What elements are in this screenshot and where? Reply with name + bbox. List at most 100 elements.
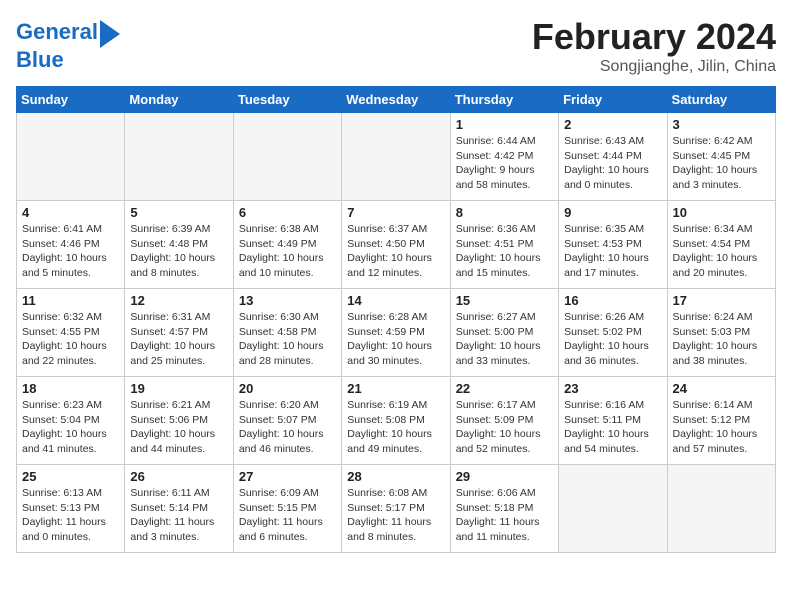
day-info: Sunrise: 6:44 AM Sunset: 4:42 PM Dayligh… (456, 134, 553, 193)
day-number: 23 (564, 381, 661, 396)
day-number: 5 (130, 205, 227, 220)
day-number: 26 (130, 469, 227, 484)
day-info: Sunrise: 6:11 AM Sunset: 5:14 PM Dayligh… (130, 486, 227, 545)
calendar-day-cell: 4 Sunrise: 6:41 AM Sunset: 4:46 PM Daylig… (17, 201, 125, 289)
calendar-day-cell: 17 Sunrise: 6:24 AM Sunset: 5:03 PM Dayli… (667, 289, 775, 377)
day-info: Sunrise: 6:24 AM Sunset: 5:03 PM Dayligh… (673, 310, 770, 369)
calendar-day-cell: 12 Sunrise: 6:31 AM Sunset: 4:57 PM Dayli… (125, 289, 233, 377)
logo-subtext: Blue (16, 48, 64, 72)
subtitle: Songjianghe, Jilin, China (532, 58, 776, 76)
calendar-day-cell: 14Sunrise: 6:28 AM Sunset: 4:59 PM Dayli… (342, 289, 450, 377)
weekday-header: Wednesday (342, 87, 450, 113)
day-info: Sunrise: 6:14 AM Sunset: 5:12 PM Dayligh… (673, 398, 770, 457)
title-block: February 2024 Songjianghe, Jilin, China (532, 16, 776, 76)
calendar-day-cell: 29 Sunrise: 6:06 AM Sunset: 5:18 PM Dayli… (450, 465, 558, 553)
day-info: Sunrise: 6:38 AM Sunset: 4:49 PM Dayligh… (239, 222, 336, 281)
day-number: 12 (130, 293, 227, 308)
calendar-day-cell (125, 113, 233, 201)
calendar-day-cell: 25 Sunrise: 6:13 AM Sunset: 5:13 PM Dayli… (17, 465, 125, 553)
day-info: Sunrise: 6:06 AM Sunset: 5:18 PM Dayligh… (456, 486, 553, 545)
calendar-day-cell: 18Sunrise: 6:23 AM Sunset: 5:04 PM Dayli… (17, 377, 125, 465)
day-info: Sunrise: 6:31 AM Sunset: 4:57 PM Dayligh… (130, 310, 227, 369)
day-info: Sunrise: 6:43 AM Sunset: 4:44 PM Dayligh… (564, 134, 661, 193)
day-info: Sunrise: 6:34 AM Sunset: 4:54 PM Dayligh… (673, 222, 770, 281)
calendar-day-cell: 11 Sunrise: 6:32 AM Sunset: 4:55 PM Dayli… (17, 289, 125, 377)
day-info: Sunrise: 6:28 AM Sunset: 4:59 PM Dayligh… (347, 310, 444, 369)
calendar-header: SundayMondayTuesdayWednesdayThursdayFrid… (17, 87, 776, 113)
day-info: Sunrise: 6:09 AM Sunset: 5:15 PM Dayligh… (239, 486, 336, 545)
calendar-day-cell (667, 465, 775, 553)
calendar-day-cell: 6 Sunrise: 6:38 AM Sunset: 4:49 PM Daylig… (233, 201, 341, 289)
calendar-week-row: 1 Sunrise: 6:44 AM Sunset: 4:42 PM Daylig… (17, 113, 776, 201)
day-number: 19 (130, 381, 227, 396)
day-info: Sunrise: 6:17 AM Sunset: 5:09 PM Dayligh… (456, 398, 553, 457)
day-info: Sunrise: 6:35 AM Sunset: 4:53 PM Dayligh… (564, 222, 661, 281)
day-number: 29 (456, 469, 553, 484)
day-number: 20 (239, 381, 336, 396)
day-info: Sunrise: 6:27 AM Sunset: 5:00 PM Dayligh… (456, 310, 553, 369)
logo-text: General (16, 20, 98, 44)
day-number: 22 (456, 381, 553, 396)
day-number: 25 (22, 469, 119, 484)
day-info: Sunrise: 6:16 AM Sunset: 5:11 PM Dayligh… (564, 398, 661, 457)
day-info: Sunrise: 6:30 AM Sunset: 4:58 PM Dayligh… (239, 310, 336, 369)
calendar-day-cell: 24Sunrise: 6:14 AM Sunset: 5:12 PM Dayli… (667, 377, 775, 465)
calendar-day-cell (342, 113, 450, 201)
weekday-header: Friday (559, 87, 667, 113)
day-number: 11 (22, 293, 119, 308)
day-number: 6 (239, 205, 336, 220)
calendar-day-cell: 13 Sunrise: 6:30 AM Sunset: 4:58 PM Dayli… (233, 289, 341, 377)
day-info: Sunrise: 6:23 AM Sunset: 5:04 PM Dayligh… (22, 398, 119, 457)
day-number: 3 (673, 117, 770, 132)
month-title: February 2024 (532, 16, 776, 58)
day-number: 15 (456, 293, 553, 308)
weekday-header: Sunday (17, 87, 125, 113)
day-info: Sunrise: 6:19 AM Sunset: 5:08 PM Dayligh… (347, 398, 444, 457)
calendar-day-cell: 26 Sunrise: 6:11 AM Sunset: 5:14 PM Dayli… (125, 465, 233, 553)
day-number: 9 (564, 205, 661, 220)
day-info: Sunrise: 6:36 AM Sunset: 4:51 PM Dayligh… (456, 222, 553, 281)
calendar-day-cell: 21 Sunrise: 6:19 AM Sunset: 5:08 PM Dayli… (342, 377, 450, 465)
day-number: 7 (347, 205, 444, 220)
day-info: Sunrise: 6:42 AM Sunset: 4:45 PM Dayligh… (673, 134, 770, 193)
day-number: 4 (22, 205, 119, 220)
calendar-day-cell: 19 Sunrise: 6:21 AM Sunset: 5:06 PM Dayli… (125, 377, 233, 465)
calendar-day-cell: 16 Sunrise: 6:26 AM Sunset: 5:02 PM Dayli… (559, 289, 667, 377)
day-info: Sunrise: 6:37 AM Sunset: 4:50 PM Dayligh… (347, 222, 444, 281)
calendar-week-row: 11 Sunrise: 6:32 AM Sunset: 4:55 PM Dayli… (17, 289, 776, 377)
weekday-header: Monday (125, 87, 233, 113)
calendar-table: SundayMondayTuesdayWednesdayThursdayFrid… (16, 86, 776, 553)
day-info: Sunrise: 6:08 AM Sunset: 5:17 PM Dayligh… (347, 486, 444, 545)
day-number: 17 (673, 293, 770, 308)
calendar-day-cell (17, 113, 125, 201)
day-number: 13 (239, 293, 336, 308)
calendar-day-cell: 2Sunrise: 6:43 AM Sunset: 4:44 PM Daylig… (559, 113, 667, 201)
page-header: General Blue February 2024 Songjianghe, … (16, 16, 776, 76)
calendar-week-row: 25 Sunrise: 6:13 AM Sunset: 5:13 PM Dayli… (17, 465, 776, 553)
day-number: 27 (239, 469, 336, 484)
calendar-day-cell: 20Sunrise: 6:20 AM Sunset: 5:07 PM Dayli… (233, 377, 341, 465)
day-info: Sunrise: 6:26 AM Sunset: 5:02 PM Dayligh… (564, 310, 661, 369)
day-info: Sunrise: 6:13 AM Sunset: 5:13 PM Dayligh… (22, 486, 119, 545)
day-info: Sunrise: 6:41 AM Sunset: 4:46 PM Dayligh… (22, 222, 119, 281)
calendar-day-cell: 28 Sunrise: 6:08 AM Sunset: 5:17 PM Dayli… (342, 465, 450, 553)
calendar-day-cell: 8 Sunrise: 6:36 AM Sunset: 4:51 PM Daylig… (450, 201, 558, 289)
calendar-day-cell: 1 Sunrise: 6:44 AM Sunset: 4:42 PM Daylig… (450, 113, 558, 201)
logo: General Blue (16, 16, 120, 72)
day-number: 28 (347, 469, 444, 484)
weekday-header: Thursday (450, 87, 558, 113)
calendar-day-cell: 7 Sunrise: 6:37 AM Sunset: 4:50 PM Daylig… (342, 201, 450, 289)
day-number: 21 (347, 381, 444, 396)
calendar-day-cell: 9 Sunrise: 6:35 AM Sunset: 4:53 PM Daylig… (559, 201, 667, 289)
day-info: Sunrise: 6:32 AM Sunset: 4:55 PM Dayligh… (22, 310, 119, 369)
day-number: 16 (564, 293, 661, 308)
calendar-day-cell (233, 113, 341, 201)
day-number: 10 (673, 205, 770, 220)
day-info: Sunrise: 6:39 AM Sunset: 4:48 PM Dayligh… (130, 222, 227, 281)
day-number: 1 (456, 117, 553, 132)
day-number: 8 (456, 205, 553, 220)
calendar-week-row: 18Sunrise: 6:23 AM Sunset: 5:04 PM Dayli… (17, 377, 776, 465)
day-info: Sunrise: 6:21 AM Sunset: 5:06 PM Dayligh… (130, 398, 227, 457)
calendar-day-cell: 3 Sunrise: 6:42 AM Sunset: 4:45 PM Daylig… (667, 113, 775, 201)
calendar-day-cell: 5 Sunrise: 6:39 AM Sunset: 4:48 PM Daylig… (125, 201, 233, 289)
